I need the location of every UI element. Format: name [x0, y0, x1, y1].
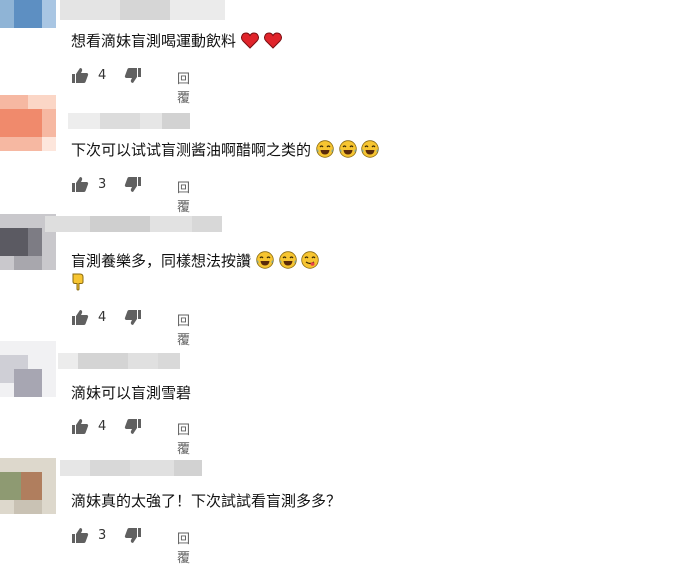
like-button[interactable]: [71, 176, 89, 197]
reply-button[interactable]: 回覆: [177, 177, 191, 215]
comment-text: 下次可以试试盲测酱油啊醋啊之类的: [71, 140, 380, 163]
dislike-button[interactable]: [124, 527, 142, 548]
avatar[interactable]: [0, 0, 56, 28]
dislike-button[interactable]: [124, 309, 142, 330]
heart-icon: [263, 32, 282, 54]
comment-text: 滴妹可以盲測雪碧: [71, 384, 192, 402]
heart-icon: [240, 32, 259, 54]
like-count: 3: [98, 528, 107, 543]
comment-text: 滴妹真的太強了！下次試試看盲測多多？: [71, 492, 342, 510]
like-button[interactable]: [71, 67, 89, 88]
like-count: 4: [98, 68, 107, 83]
reply-button[interactable]: 回覆: [177, 528, 191, 566]
comment-text: 盲測養樂多，同樣想法按讚: [71, 251, 320, 274]
laughing-tears-icon: [361, 140, 380, 163]
laughing-tears-icon: [316, 140, 334, 163]
like-count: 4: [98, 310, 107, 325]
avatar[interactable]: [0, 341, 56, 397]
author-name[interactable]: [68, 113, 190, 129]
avatar[interactable]: [0, 458, 56, 514]
dislike-button[interactable]: [124, 67, 142, 88]
author-name[interactable]: [58, 353, 180, 369]
author-name[interactable]: [60, 0, 225, 20]
comment-text: 想看滴妹盲測喝運動飲料: [71, 31, 282, 54]
reply-button[interactable]: 回覆: [177, 68, 191, 106]
reply-button[interactable]: 回覆: [177, 419, 191, 457]
author-name[interactable]: [45, 216, 222, 232]
dislike-button[interactable]: [124, 176, 142, 197]
like-button[interactable]: [71, 309, 89, 330]
dislike-button[interactable]: [124, 418, 142, 439]
like-count: 4: [98, 419, 107, 434]
comment-text-line2: [71, 273, 85, 296]
point-down-icon: [71, 273, 85, 296]
author-name[interactable]: [60, 460, 202, 476]
yummy-face-icon: [301, 251, 320, 274]
like-count: 3: [98, 177, 107, 192]
like-button[interactable]: [71, 527, 89, 548]
avatar[interactable]: [0, 95, 56, 151]
laughing-tears-icon: [278, 251, 297, 274]
reply-button[interactable]: 回覆: [177, 310, 191, 348]
laughing-tears-icon: [256, 251, 274, 274]
laughing-tears-icon: [338, 140, 357, 163]
like-button[interactable]: [71, 418, 89, 439]
